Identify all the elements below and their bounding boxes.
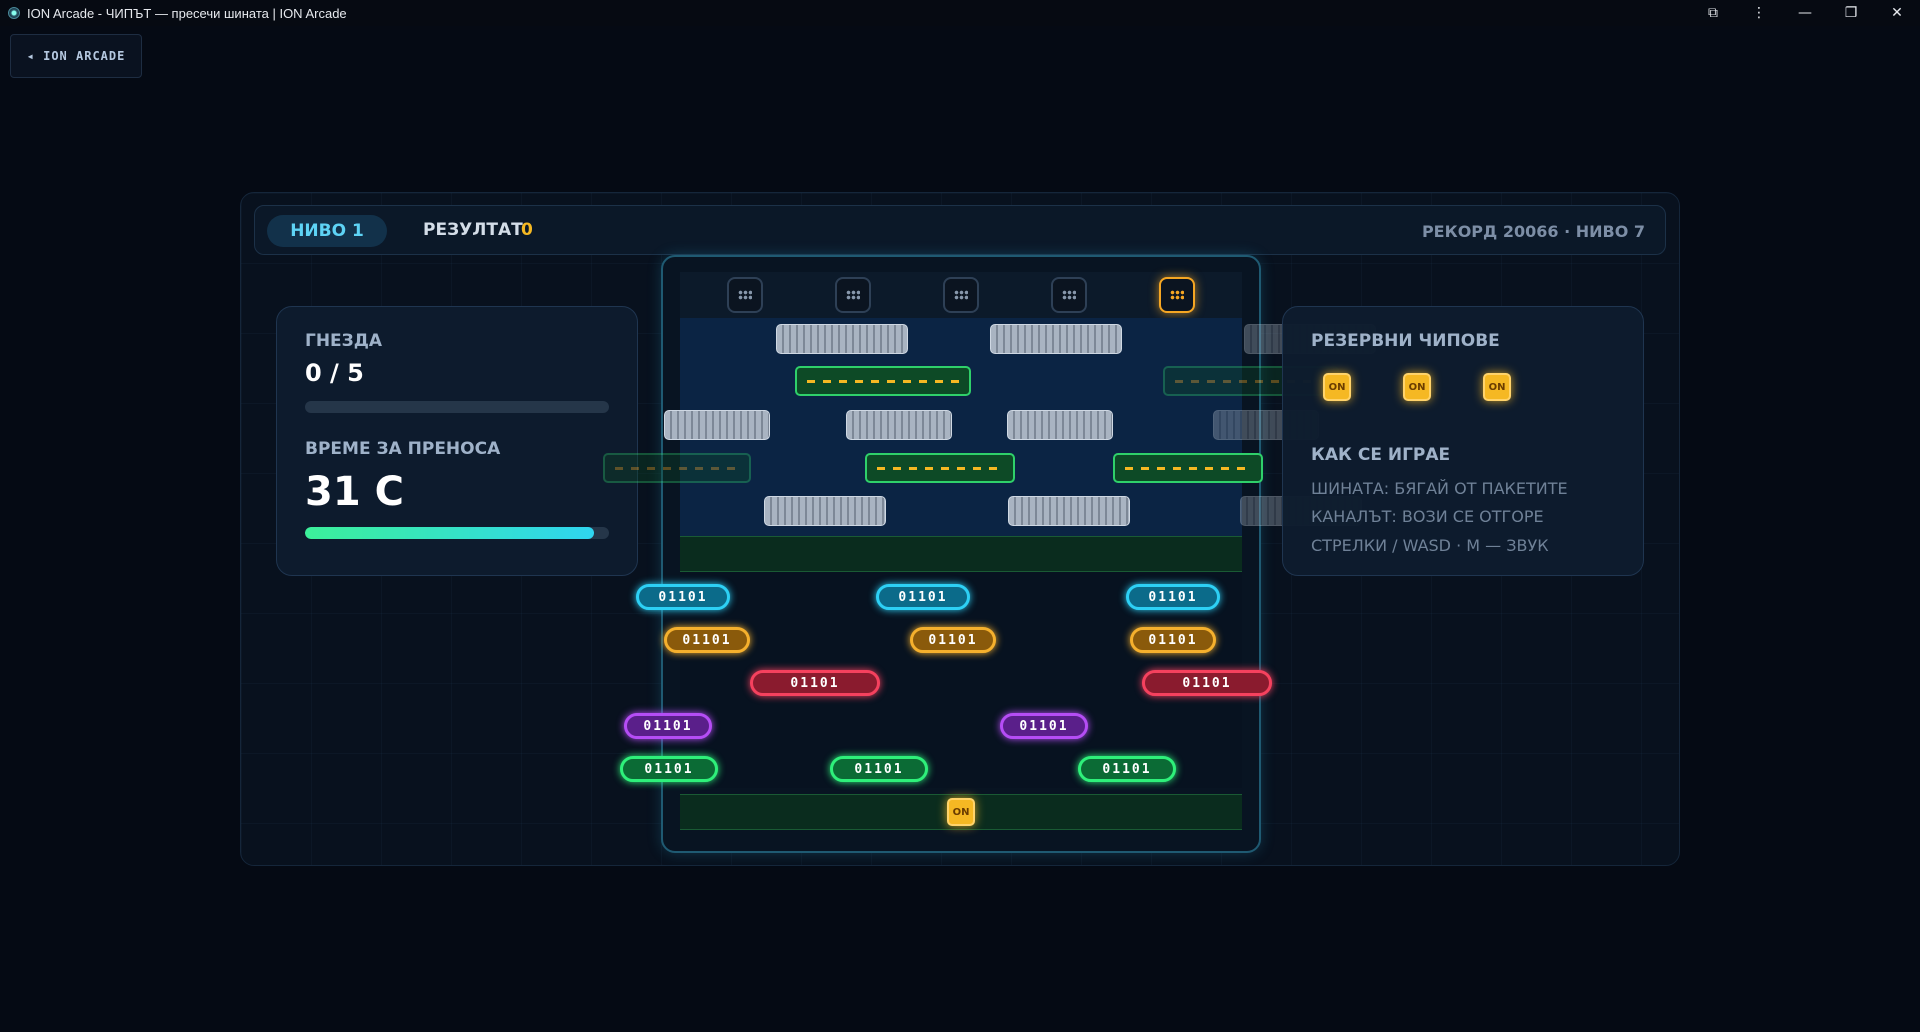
socket-2 [835,277,871,313]
spare-chip-icon: ON [1479,369,1515,405]
time-progress-bar [305,527,609,539]
board-lanes [680,272,1242,837]
data-block [1008,496,1130,526]
data-block [764,496,886,526]
safe-strip-middle [680,536,1242,572]
howto-label: КАК СЕ ИГРАЕ [1311,445,1451,465]
howto-line-controls: СТРЕЛКИ / WASD · M — ЗВУК [1311,536,1549,555]
info-panel: РЕЗЕРВНИ ЧИПОВЕ ON ON ON КАК СЕ ИГРАЕ ШИ… [1282,306,1644,576]
data-block [990,324,1122,354]
data-block [776,324,908,354]
window-controls: ⧉ ⋮ — ❐ ✕ [1690,0,1920,26]
record-text: РЕКОРД 20066 · НИВО 7 [1421,222,1645,241]
status-panel: ГНЕЗДА 0 / 5 ВРЕМЕ ЗА ПРЕНОСА 31 С [276,306,638,576]
packet: 01101 [636,584,730,610]
app-logo-icon [8,7,20,19]
log-platform [1113,453,1263,483]
howto-line-bus: ШИНАТА: БЯГАЙ ОТ ПАКЕТИТЕ [1311,479,1568,498]
spare-chip-icon: ON [1319,369,1355,405]
packet: 01101 [910,627,996,653]
data-block [664,410,770,440]
howto-line-channel: КАНАЛЪТ: ВОЗИ СЕ ОТГОРЕ [1311,507,1544,526]
time-label: ВРЕМЕ ЗА ПРЕНОСА [305,439,501,459]
packet: 01101 [620,756,718,782]
restore-button[interactable]: ❐ [1828,0,1874,26]
socket-dots-icon [738,290,752,300]
packet: 01101 [624,713,712,739]
level-badge: НИВО 1 [267,215,387,247]
score-value: 0 [521,220,533,240]
spare-chip-icon: ON [1399,369,1435,405]
log-platform [603,453,751,483]
time-value: 31 С [305,469,404,515]
spare-chips-label: РЕЗЕРВНИ ЧИПОВЕ [1311,331,1500,351]
sockets-label: ГНЕЗДА [305,331,383,351]
socket-dots-icon [846,290,860,300]
packet: 01101 [1142,670,1272,696]
socket-dots-icon [1062,290,1076,300]
packet: 01101 [1126,584,1220,610]
window-title: ION Arcade - ЧИПЪТ — пресечи шината | IO… [27,5,347,21]
data-block [1007,410,1113,440]
score-label: РЕЗУЛТАТ [423,220,523,240]
minimize-button[interactable]: — [1782,0,1828,26]
sockets-row [680,272,1242,318]
more-options-icon[interactable]: ⋮ [1736,0,1782,26]
packet: 01101 [1078,756,1176,782]
socket-3 [943,277,979,313]
packet: 01101 [664,627,750,653]
log-platform [865,453,1015,483]
time-progress-fill [305,527,594,539]
packet: 01101 [1000,713,1088,739]
close-button[interactable]: ✕ [1874,0,1920,26]
socket-dots-icon [954,290,968,300]
sockets-value: 0 / 5 [305,359,364,387]
back-to-arcade-button[interactable]: ◂ ION ARCADE [10,34,142,78]
packet: 01101 [1130,627,1216,653]
player-chip[interactable]: ON [943,794,979,830]
spare-chips-row: ON ON ON [1319,369,1523,405]
socket-dots-icon [1170,290,1184,300]
packet: 01101 [830,756,928,782]
socket-5 [1159,277,1195,313]
window-titlebar: ION Arcade - ЧИПЪТ — пресечи шината | IO… [0,0,1920,26]
packet: 01101 [876,584,970,610]
extensions-icon[interactable]: ⧉ [1690,0,1736,26]
socket-1 [727,277,763,313]
packet: 01101 [750,670,880,696]
socket-4 [1051,277,1087,313]
data-block [846,410,952,440]
log-platform [795,366,971,396]
sockets-progress-bar [305,401,609,413]
hud-bar: НИВО 1 РЕЗУЛТАТ 0 РЕКОРД 20066 · НИВО 7 [254,205,1666,255]
